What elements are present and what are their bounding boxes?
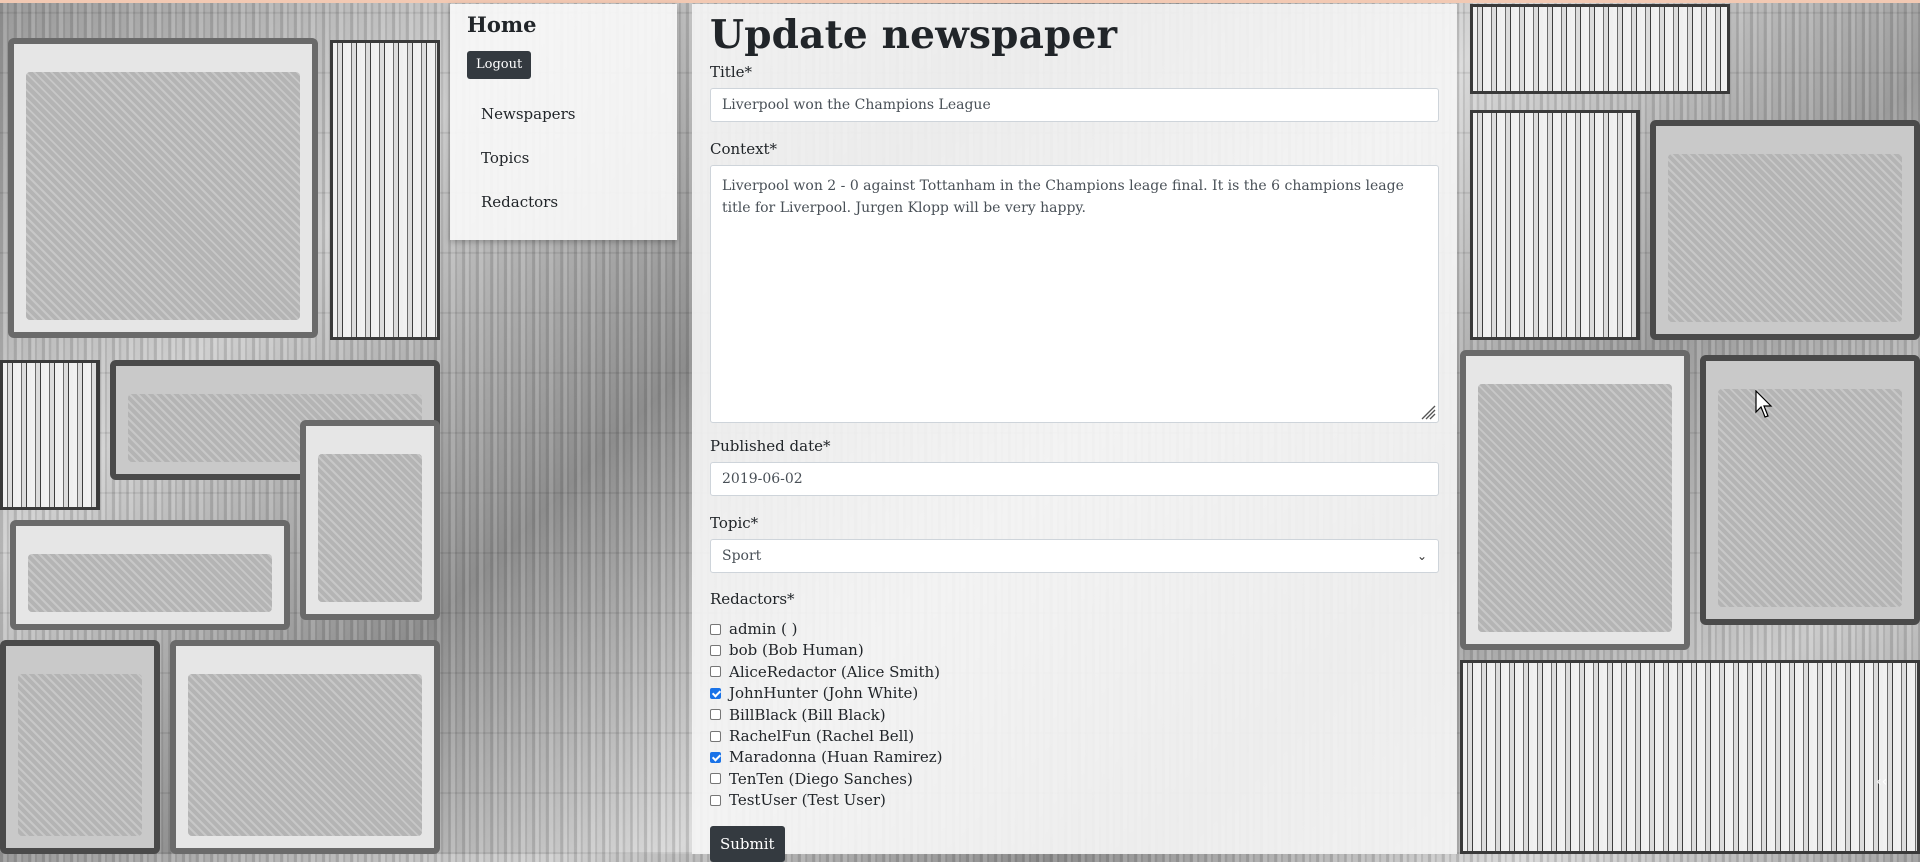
published-date-value: 2019-06-02 — [722, 471, 803, 487]
context-textarea[interactable]: Liverpool won 2 - 0 against Tottanham in… — [710, 165, 1439, 423]
redactor-checkbox-label: JohnHunter (John White) — [729, 684, 919, 703]
redactor-checkbox-label: Maradonna (Huan Ramirez) — [729, 748, 943, 767]
redactor-checkbox-label: TenTen (Diego Sanches) — [729, 769, 913, 788]
mouse-cursor-icon — [1755, 390, 1773, 418]
amp-grill — [1668, 154, 1902, 322]
redactor-checkbox-label: RachelFun (Rachel Bell) — [729, 727, 915, 745]
topic-label: Topic* — [710, 514, 759, 532]
title-input[interactable]: Liverpool won the Champions League — [710, 88, 1439, 122]
checkbox-unchecked[interactable] — [710, 644, 721, 656]
page-title: Update newspaper — [710, 12, 1118, 58]
amp-decor — [170, 640, 440, 854]
checkbox-checked[interactable] — [710, 751, 721, 763]
checkbox-unchecked[interactable] — [710, 794, 721, 806]
amp-decor — [1650, 120, 1920, 340]
topic-select[interactable]: Sport ⌄ — [710, 539, 1439, 573]
topic-select-value: Sport — [722, 548, 762, 564]
checkbox-unchecked[interactable] — [710, 730, 721, 742]
top-accent-line — [0, 0, 1920, 3]
checkbox-unchecked[interactable] — [710, 623, 721, 635]
redactors-label: Redactors* — [710, 590, 795, 608]
submit-button[interactable]: Submit — [710, 826, 785, 862]
amp-grill — [318, 454, 422, 602]
chevron-down-icon: ⌄ — [1416, 549, 1427, 563]
amp-grill — [1718, 389, 1902, 607]
amp-decor — [8, 38, 318, 338]
amp-grill — [28, 554, 272, 612]
records-decor — [1460, 660, 1920, 854]
amp-decor — [0, 640, 160, 854]
redactor-checkbox-label: AliceRedactor (Alice Smith) — [729, 662, 940, 681]
redactor-checkbox-row[interactable]: JohnHunter (John White) — [710, 684, 918, 702]
records-decor — [1470, 4, 1730, 94]
amp-grill — [26, 72, 300, 320]
redactor-checkbox-row[interactable]: AliceRedactor (Alice Smith) — [710, 663, 940, 681]
redactor-checkbox-row[interactable]: TenTen (Diego Sanches) — [710, 770, 913, 788]
checkbox-checked[interactable] — [710, 687, 721, 699]
checkbox-unchecked[interactable] — [710, 666, 721, 678]
title-input-value: Liverpool won the Champions League — [722, 97, 991, 113]
redactor-checkbox-row[interactable]: admin ( ) — [710, 620, 797, 638]
published-date-label: Published date* — [710, 437, 831, 455]
redactor-checkbox-label: bob (Bob Human) — [729, 641, 864, 660]
sidebar-nav: Home Logout Newspapers Topics Redactors — [450, 4, 677, 240]
nav-link-redactors[interactable]: Redactors — [481, 193, 558, 211]
amp-decor — [1460, 350, 1690, 650]
amp-decor — [1700, 355, 1920, 625]
update-newspaper-form: Update newspaper Title* Liverpool won th… — [692, 4, 1457, 862]
redactor-checkbox-row[interactable]: bob (Bob Human) — [710, 641, 864, 659]
amp-decor — [300, 420, 440, 620]
redactor-checkbox-label: admin ( ) — [729, 620, 798, 638]
records-decor — [1470, 110, 1640, 340]
context-label: Context* — [710, 140, 778, 158]
home-link[interactable]: Home — [467, 12, 536, 37]
double-chevron-left-icon: ‹‹ — [1876, 774, 1888, 790]
amp-decor — [10, 520, 290, 630]
context-textarea-value: Liverpool won 2 - 0 against Tottanham in… — [722, 178, 1404, 216]
redactor-checkbox-row[interactable]: TestUser (Test User) — [710, 791, 886, 809]
amp-grill — [18, 674, 142, 836]
redactor-checkbox-row[interactable]: RachelFun (Rachel Bell) — [710, 727, 914, 745]
redactor-checkbox-label: BillBlack (Bill Black) — [729, 705, 886, 724]
nav-link-topics[interactable]: Topics — [481, 149, 529, 167]
amp-grill — [188, 674, 422, 836]
nav-link-newspapers[interactable]: Newspapers — [481, 105, 575, 123]
amp-grill — [1478, 384, 1672, 632]
redactor-checkbox-row[interactable]: Maradonna (Huan Ramirez) — [710, 748, 942, 766]
resize-handle-icon[interactable] — [1418, 402, 1436, 420]
redactor-checkbox-row[interactable]: BillBlack (Bill Black) — [710, 706, 886, 724]
records-decor — [0, 360, 100, 510]
records-decor — [330, 40, 440, 340]
logout-button[interactable]: Logout — [467, 51, 532, 79]
checkbox-unchecked[interactable] — [710, 709, 721, 721]
published-date-input[interactable]: 2019-06-02 — [710, 462, 1439, 496]
redactor-checkbox-label: TestUser (Test User) — [729, 791, 886, 810]
checkbox-unchecked[interactable] — [710, 773, 721, 785]
title-label: Title* — [710, 63, 753, 81]
